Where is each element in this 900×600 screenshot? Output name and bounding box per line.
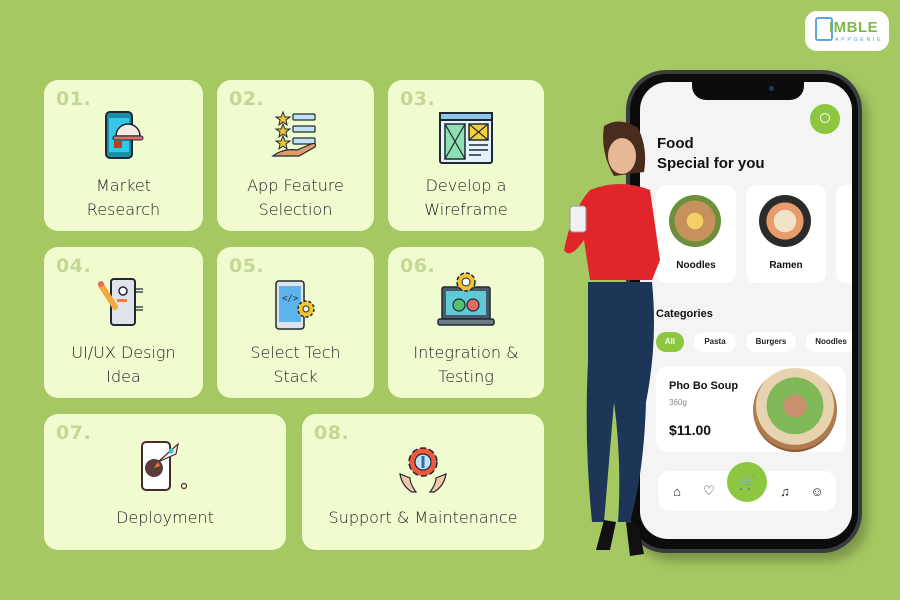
step-number: 04. — [56, 255, 92, 277]
step-number: 07. — [56, 422, 92, 444]
step-card-support-maintenance: 08. Support & Maintenance — [302, 414, 544, 550]
woman-with-phone-illustration — [564, 121, 660, 556]
step-card-develop-wireframe: 03. Develop a Wireframe — [388, 80, 544, 231]
step-label: Stack — [273, 367, 318, 386]
cart-icon: 🛒 — [738, 473, 756, 490]
step-label: Wireframe — [424, 200, 508, 219]
step-number: 06. — [400, 255, 436, 277]
logo-subtitle: APPGENIE — [835, 37, 884, 43]
step-label: Integration & — [413, 343, 519, 362]
camera-icon — [769, 86, 774, 91]
rated-list-hand-icon — [270, 110, 316, 157]
step-number: 05. — [229, 255, 265, 277]
rocket-phone-icon — [141, 441, 188, 491]
step-label: Deployment — [116, 508, 214, 527]
featured-card-ramen[interactable]: Ramen — [746, 185, 826, 283]
step-number: 03. — [400, 88, 436, 110]
heart-icon[interactable]: ♡ — [698, 471, 720, 511]
food-service-phone-icon — [104, 111, 143, 159]
step-label: Market — [96, 176, 151, 195]
category-chip-burgers[interactable]: Burgers — [746, 332, 796, 352]
step-card-app-feature-selection: 02. App Feature Selection — [217, 80, 374, 231]
nimble-appgenie-logo: IMBLE APPGENIE — [805, 11, 889, 51]
step-label: Selection — [258, 200, 333, 219]
step-card-deployment: 07. Deployment — [44, 414, 286, 550]
featured-card-partial[interactable] — [836, 185, 852, 283]
svg-text:</>: </> — [282, 294, 299, 304]
bell-icon[interactable]: ♫ — [774, 471, 796, 511]
category-chip-pasta[interactable]: Pasta — [694, 332, 736, 352]
step-label: Develop a — [425, 176, 507, 195]
step-label: UI/UX Design — [71, 343, 176, 362]
search-icon — [820, 113, 830, 123]
step-number: 08. — [314, 422, 350, 444]
laptop-gear-check-icon — [437, 272, 495, 326]
step-card-select-tech-stack: 05. </> Select Tech Stack — [217, 247, 374, 398]
step-card-integration-testing: 06. Integration & Testing — [388, 247, 544, 398]
step-number: 01. — [56, 88, 92, 110]
step-label: Research — [86, 200, 161, 219]
logo-word: IMBLE — [829, 19, 879, 36]
phone-notch — [692, 82, 804, 100]
step-number: 02. — [229, 88, 265, 110]
step-label: Idea — [106, 367, 141, 386]
step-label: Select Tech — [250, 343, 341, 362]
step-label: App Feature — [247, 176, 344, 195]
search-button[interactable] — [810, 104, 840, 134]
step-label: Support & Maintenance — [328, 508, 518, 527]
cart-button[interactable]: 🛒 — [727, 462, 767, 502]
step-label: Testing — [438, 367, 494, 386]
dish-card[interactable]: Pho Bo Soup 360g $11.00 — [656, 366, 846, 452]
featured-name: Ramen — [769, 260, 803, 271]
gear-wrench-hands-icon — [399, 447, 447, 493]
design-pencil-phone-icon — [97, 278, 143, 326]
step-card-market-research: 01. Market Research — [44, 80, 203, 231]
category-chip-noodles[interactable]: Noodles — [806, 332, 852, 352]
wireframe-window-icon — [439, 112, 493, 164]
pho-bowl-image — [753, 368, 837, 452]
code-gear-phone-icon: </> — [274, 280, 315, 330]
step-card-ui-ux-design: 04. UI/UX Design Idea — [44, 247, 203, 398]
ramen-image — [759, 195, 811, 247]
profile-icon[interactable]: ☺ — [806, 471, 828, 511]
